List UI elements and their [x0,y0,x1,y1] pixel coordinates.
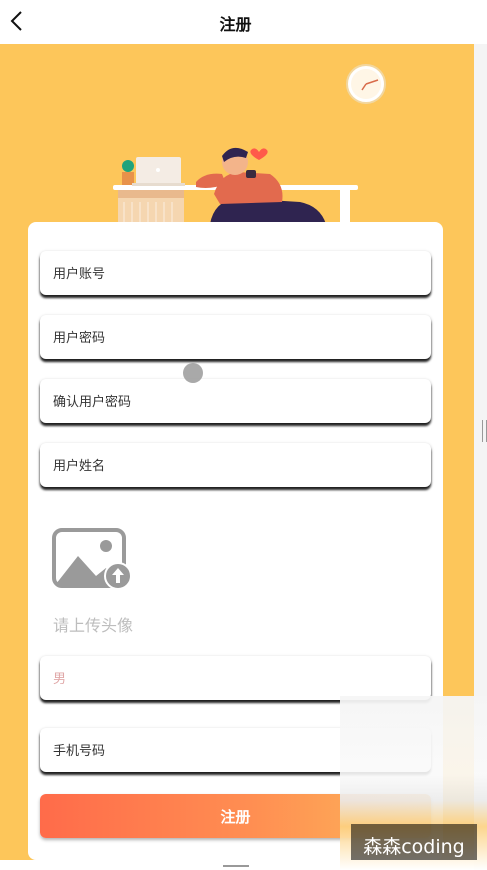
home-indicator [223,865,249,867]
full-name-field[interactable]: 用户姓名 [40,443,431,487]
gender-label: 男 [53,672,67,687]
desk-illustration [113,64,386,224]
watermark-text: 森森coding [363,836,465,858]
watermark: 森森coding [351,824,477,860]
confirm-password-label: 确认用户密码 [53,395,132,410]
confirm-password-field[interactable]: 确认用户密码 [40,379,431,423]
username-field[interactable]: 用户账号 [40,251,431,295]
password-label: 用户密码 [53,331,106,346]
full-name-label: 用户姓名 [53,459,106,474]
password-field[interactable]: 用户密码 [40,315,431,359]
top-bar: 注册 [0,0,487,44]
clock-icon [346,64,386,104]
scroll-handle[interactable] [482,420,487,442]
phone-label: 手机号码 [53,744,106,759]
page-title: 注册 [219,15,252,34]
upload-avatar-label: 请上传头像 [53,616,134,635]
username-label: 用户账号 [53,267,106,282]
gender-field[interactable]: 男 [40,656,431,700]
image-upload-icon[interactable] [52,528,132,590]
touch-indicator [183,363,203,383]
